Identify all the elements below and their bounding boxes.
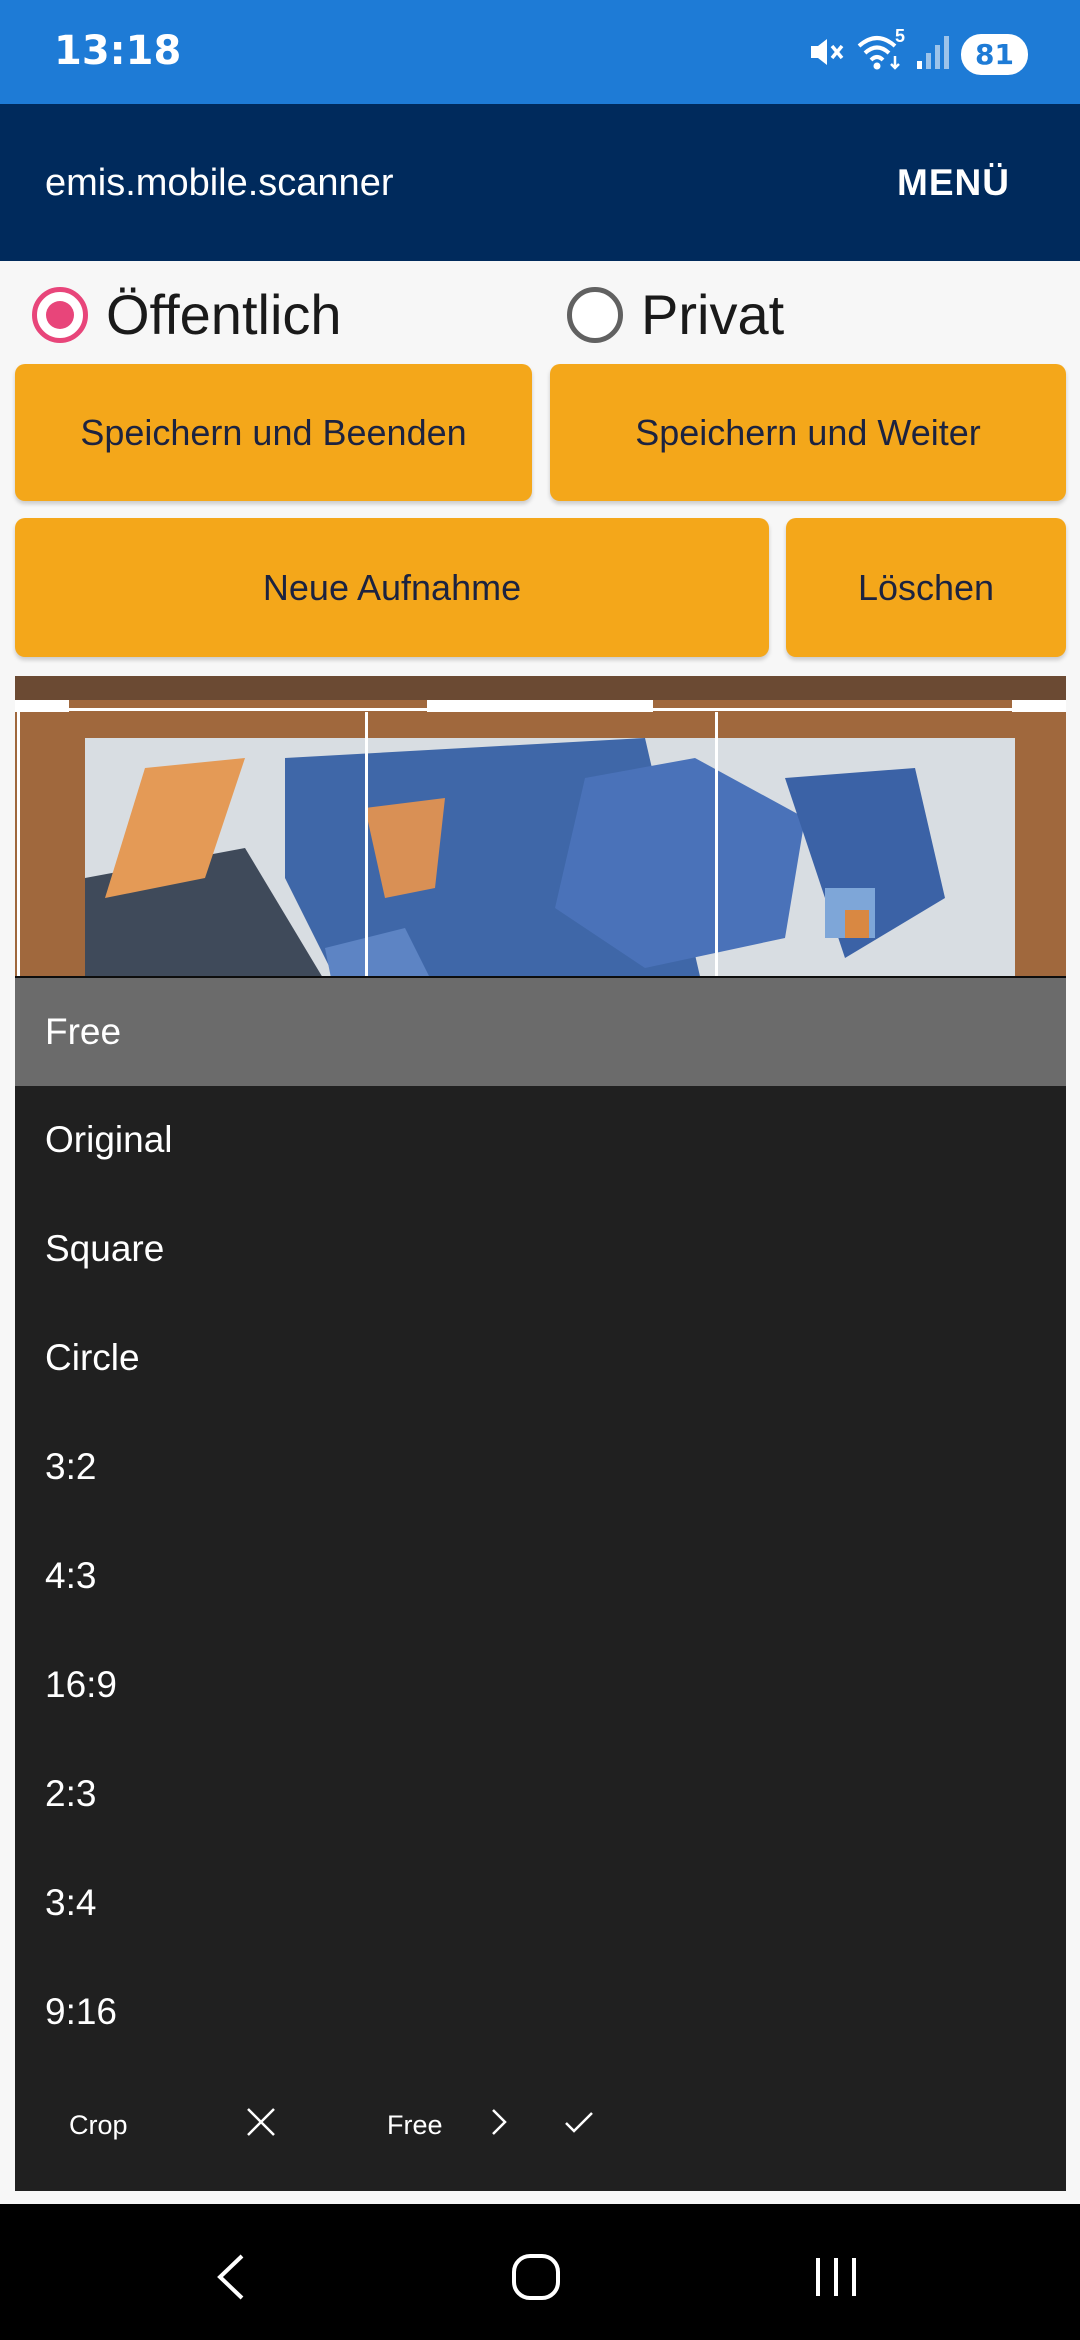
radio-public[interactable]: Öffentlich (32, 282, 342, 347)
app-bar: emis.mobile.scanner MENÜ (0, 104, 1080, 261)
radio-private-label: Privat (641, 283, 785, 346)
delete-button[interactable]: Löschen (786, 518, 1066, 657)
crop-handle-top-right[interactable] (1012, 700, 1066, 712)
radio-public-label: Öffentlich (106, 283, 342, 346)
status-icons: 5 81 (805, 26, 1028, 78)
save-and-exit-button[interactable]: Speichern und Beenden (15, 364, 532, 501)
radio-unchecked-icon (567, 286, 623, 343)
crop-option-circle[interactable]: Circle (15, 1304, 1066, 1412)
app-title: emis.mobile.scanner (45, 162, 394, 204)
radio-checked-icon (32, 286, 88, 343)
crop-option-16-9[interactable]: 16:9 (15, 1631, 1066, 1739)
crop-grid-line (365, 712, 368, 976)
crop-option-2-3[interactable]: 2:3 (15, 1740, 1066, 1848)
photo-preview[interactable] (15, 676, 1066, 976)
new-capture-button[interactable]: Neue Aufnahme (15, 518, 769, 657)
status-bar: 13:18 5 81 (0, 0, 1080, 104)
crop-option-square[interactable]: Square (15, 1195, 1066, 1303)
crop-aspect-menu: Free Original Square Circle 3:2 4:3 16:9… (15, 976, 1066, 2191)
crop-option-3-2[interactable]: 3:2 (15, 1413, 1066, 1521)
menu-button[interactable]: MENÜ (897, 162, 1010, 204)
network-type: 5 (895, 25, 906, 46)
home-icon[interactable] (510, 2252, 562, 2307)
close-icon[interactable] (243, 2104, 279, 2145)
crop-option-original[interactable]: Original (15, 1086, 1066, 1194)
crop-option-free[interactable]: Free (15, 978, 1066, 1086)
crop-toolbar: Crop Free (15, 2058, 1066, 2193)
crop-label: Crop (69, 2110, 128, 2140)
mute-icon (805, 32, 845, 77)
visibility-radio-group: Öffentlich Privat (0, 282, 1080, 352)
crop-mode-label[interactable]: Free (387, 2110, 443, 2141)
recents-icon[interactable] (812, 2252, 860, 2307)
crop-option-9-16[interactable]: 9:16 (15, 1958, 1066, 2066)
battery-indicator: 81 (961, 33, 1028, 75)
crop-option-3-4[interactable]: 3:4 (15, 1849, 1066, 1957)
status-time: 13:18 (54, 28, 182, 74)
signal-icon (915, 33, 951, 76)
crop-frame-left (17, 712, 20, 976)
crop-handle-top-center[interactable] (427, 700, 653, 712)
crop-option-4-3[interactable]: 4:3 (15, 1522, 1066, 1630)
chevron-right-icon[interactable] (481, 2104, 517, 2145)
back-icon[interactable] (210, 2252, 254, 2307)
photo-document (85, 738, 1015, 976)
crop-handle-top-left[interactable] (15, 700, 69, 712)
check-icon[interactable] (561, 2104, 597, 2145)
system-navigation-bar (0, 2204, 1080, 2340)
crop-grid-line (715, 712, 718, 976)
wifi-icon: 5 (855, 26, 905, 77)
save-and-next-button[interactable]: Speichern und Weiter (550, 364, 1066, 501)
radio-private[interactable]: Privat (567, 282, 784, 347)
